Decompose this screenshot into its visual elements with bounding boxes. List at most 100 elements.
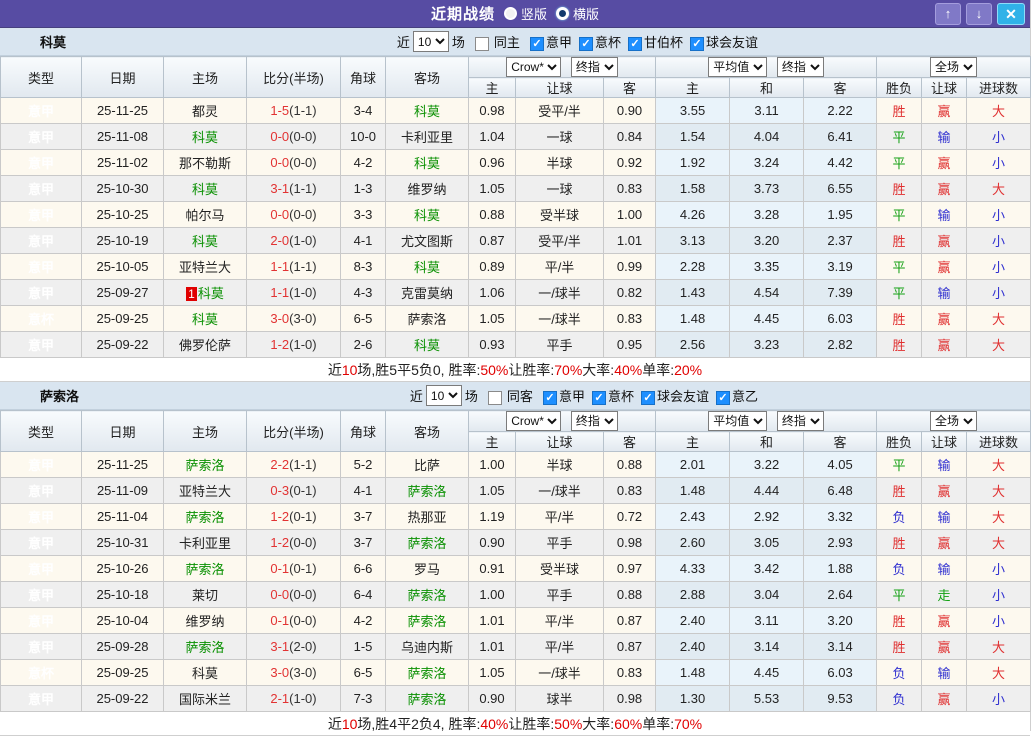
league-checkbox-serie-b[interactable] (715, 390, 730, 405)
match-date: 25-10-04 (81, 607, 164, 634)
league-checkbox-coppa[interactable] (591, 390, 606, 405)
same-venue-checkbox[interactable] (487, 390, 502, 405)
asian-away-odds: 0.72 (602, 503, 657, 530)
asian-home-odds: 1.05 (468, 477, 516, 504)
match-type-cell: 意甲 (0, 149, 82, 176)
move-up-button[interactable]: ↑ (935, 2, 961, 25)
euro-away-odds: 2.93 (803, 529, 878, 556)
asian-away-odds: 0.88 (602, 581, 657, 608)
asian-home-odds: 1.19 (468, 503, 516, 530)
full-match-select[interactable]: 全场 (930, 411, 978, 431)
subcol-euro-home: 主 (655, 77, 731, 98)
home-team: 科莫 (191, 234, 218, 249)
league-checkbox-friendly[interactable] (689, 36, 704, 51)
match-row: 意甲 25-10-04 维罗纳 0-1(0-0) 4-2 萨索洛 1.01 平/… (0, 607, 1031, 634)
home-team: 科莫 (191, 130, 218, 145)
euro-bookmaker-select[interactable]: 平均值 (708, 411, 768, 431)
euro-stage-select[interactable]: 终指 (776, 57, 824, 77)
result-goals: 小 (966, 201, 1031, 228)
result-goals: 大 (966, 503, 1031, 530)
result-goals: 大 (966, 451, 1031, 478)
asian-stage-select[interactable]: 终指 (570, 411, 618, 431)
corner-score: 4-2 (340, 149, 386, 176)
match-date: 25-09-28 (81, 633, 164, 660)
euro-home-odds: 1.58 (655, 175, 731, 202)
result-handicap: 赢 (921, 305, 968, 332)
games-count-select[interactable]: 10 (425, 385, 462, 406)
fulltime-score: 1-1 (270, 259, 290, 274)
games-count-select[interactable]: 10 (412, 31, 449, 52)
summary-segment: 40% (480, 715, 509, 732)
col-header-away: 客场 (385, 410, 469, 452)
summary-segment: 50% (480, 361, 509, 378)
euro-home-odds: 2.56 (655, 331, 731, 358)
asian-home-odds: 1.01 (468, 607, 516, 634)
euro-draw-odds: 3.14 (729, 633, 805, 660)
result-win-draw-loss: 胜 (876, 529, 923, 556)
euro-draw-odds: 2.92 (729, 503, 805, 530)
radio-horizontal-icon[interactable] (556, 7, 569, 20)
home-team-cell: 都灵 (163, 97, 247, 124)
radio-vertical-layout[interactable]: 竖版 (503, 4, 547, 23)
move-down-button[interactable]: ↓ (966, 2, 992, 25)
euro-away-odds: 3.19 (803, 253, 878, 280)
result-goals: 大 (966, 529, 1031, 556)
euro-draw-odds: 3.22 (729, 451, 805, 478)
asian-bookmaker-select[interactable]: Crow* (506, 411, 562, 431)
euro-away-odds: 2.37 (803, 227, 878, 254)
asian-handicap: 平手 (515, 581, 604, 608)
euro-stage-select[interactable]: 终指 (776, 411, 824, 431)
away-team-cell: 乌迪内斯 (385, 633, 469, 660)
euro-draw-odds: 3.24 (729, 149, 805, 176)
match-type-cell: 意甲 (0, 97, 82, 124)
away-team: 乌迪内斯 (400, 640, 453, 655)
result-win-draw-loss: 平 (876, 279, 923, 306)
radio-vertical-icon[interactable] (503, 7, 517, 20)
away-team: 萨索洛 (407, 536, 447, 551)
summary-segment: 70% (554, 361, 583, 378)
result-handicap: 赢 (921, 227, 968, 254)
score-cell: 3-1(1-1) (246, 175, 341, 202)
asian-away-odds: 0.87 (602, 607, 657, 634)
subcol-euro-away: 客 (803, 431, 878, 452)
home-team: 佛罗伦萨 (178, 338, 231, 353)
halftime-score: (1-1) (289, 181, 317, 196)
league-checkbox-serie-a[interactable] (529, 36, 544, 51)
away-team-cell: 萨索洛 (385, 607, 469, 634)
home-team: 萨索洛 (185, 562, 225, 577)
corner-score: 4-2 (340, 607, 386, 634)
match-type-cell: 意甲 (0, 685, 82, 712)
result-goals: 大 (966, 305, 1031, 332)
asian-stage-select[interactable]: 终指 (570, 57, 618, 77)
league-checkbox-serie-a[interactable] (542, 390, 557, 405)
euro-bookmaker-select[interactable]: 平均值 (708, 57, 768, 77)
score-cell: 2-1(1-0) (246, 685, 341, 712)
close-button[interactable]: ✕ (997, 2, 1025, 25)
match-date: 25-11-25 (81, 97, 164, 124)
match-date: 25-11-25 (81, 451, 164, 478)
result-goals: 小 (966, 555, 1031, 582)
league-checkbox-friendly[interactable] (640, 390, 655, 405)
asian-handicap: 受半球 (515, 201, 604, 228)
same-venue-checkbox[interactable] (474, 36, 489, 51)
euro-away-odds: 6.55 (803, 175, 878, 202)
match-date: 25-09-25 (81, 659, 164, 686)
asian-bookmaker-select[interactable]: Crow* (506, 57, 562, 77)
result-goals: 小 (966, 227, 1031, 254)
asian-odds-header: Crow* 终指 (467, 410, 657, 432)
league-checkbox-gamper[interactable] (627, 36, 642, 51)
result-win-draw-loss: 胜 (876, 607, 923, 634)
full-match-select[interactable]: 全场 (930, 57, 978, 77)
away-team: 热那亚 (407, 510, 447, 525)
radio-horizontal-layout[interactable]: 横版 (556, 4, 599, 23)
asian-home-odds: 1.00 (468, 581, 516, 608)
halftime-score: (1-1) (289, 457, 317, 472)
section-como: 科莫 近 10 场 同主 意甲 意杯 甘伯杯 球会友谊 类型 日期 (0, 28, 1031, 382)
corner-score: 4-3 (340, 279, 386, 306)
league-checkbox-coppa[interactable] (578, 36, 593, 51)
result-win-draw-loss: 平 (876, 253, 923, 280)
corner-score: 1-3 (340, 175, 386, 202)
euro-home-odds: 4.33 (655, 555, 731, 582)
col-header-date: 日期 (81, 56, 164, 98)
euro-home-odds: 1.48 (655, 659, 731, 686)
